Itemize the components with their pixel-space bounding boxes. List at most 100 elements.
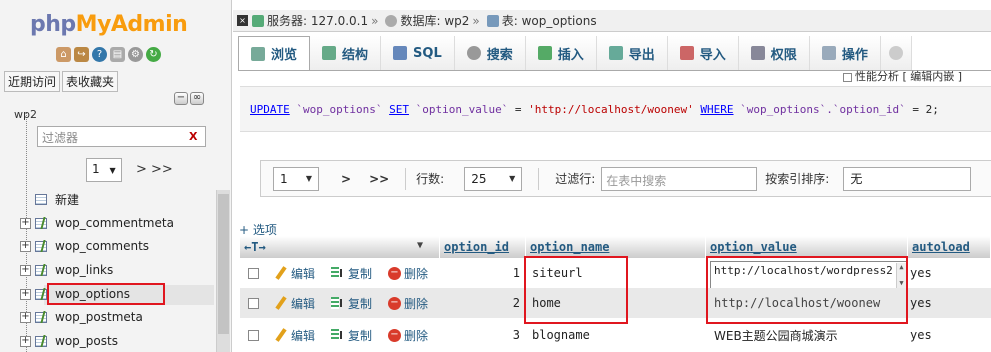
- copy-button[interactable]: 复制: [331, 258, 372, 288]
- home-icon[interactable]: ⌂: [56, 47, 71, 62]
- exit-icon[interactable]: ↪: [74, 47, 89, 62]
- breadcrumb-database[interactable]: 数据库: wp2: [400, 12, 469, 29]
- header-option-name[interactable]: option_name: [526, 236, 706, 258]
- header-option-id[interactable]: option_id: [440, 236, 526, 258]
- close-icon[interactable]: ×: [237, 15, 248, 26]
- sort-index-select[interactable]: 无: [843, 166, 972, 191]
- favorites-tab[interactable]: 表收藏夹: [62, 71, 119, 92]
- tab-privileges[interactable]: 权限: [738, 36, 810, 70]
- highlight-box: [524, 256, 628, 324]
- cell-autoload[interactable]: yes: [908, 320, 932, 350]
- table-icon: [486, 14, 499, 27]
- export-icon: [608, 46, 623, 60]
- delete-button[interactable]: − 删除: [388, 258, 428, 288]
- docs-icon[interactable]: ▤: [110, 47, 125, 62]
- next-page-button[interactable]: >: [341, 172, 351, 186]
- expand-icon[interactable]: +: [20, 240, 31, 252]
- breadcrumb-table[interactable]: 表: wop_options: [502, 12, 597, 29]
- insert-icon: [537, 46, 552, 60]
- tab-browse[interactable]: 浏览: [238, 36, 311, 70]
- nav-page-select[interactable]: 1 ▼: [86, 158, 122, 182]
- rows-label: 行数:: [416, 172, 445, 186]
- chevron-down-icon: ▼: [305, 174, 312, 183]
- nav-table-item[interactable]: + wop_comments: [20, 236, 149, 256]
- cell-option-name[interactable]: blogname: [532, 320, 590, 350]
- copy-button[interactable]: 复制: [331, 320, 372, 350]
- pencil-icon: [274, 266, 288, 280]
- tab-import[interactable]: 导入: [667, 36, 739, 70]
- cell-option-id: 3: [512, 328, 520, 342]
- nav-page-arrows[interactable]: > >>: [136, 162, 173, 177]
- tab-operations[interactable]: 操作: [809, 36, 881, 70]
- wrench-icon: [821, 46, 836, 60]
- copy-icon: [331, 296, 345, 310]
- cell-autoload[interactable]: yes: [908, 288, 932, 318]
- breadcrumb-server[interactable]: 服务器: 127.0.0.1: [267, 12, 368, 29]
- header-actions: ←T→ ▼: [240, 236, 440, 258]
- link-icon[interactable]: ∞: [190, 92, 204, 105]
- filter-rows-input[interactable]: 在表中搜索: [601, 166, 758, 191]
- filter-rows-label: 过滤行:: [555, 172, 596, 186]
- delete-button[interactable]: − 删除: [388, 320, 428, 350]
- expand-icon[interactable]: +: [20, 288, 31, 300]
- phpmyadmin-logo[interactable]: phpMyAdmin: [30, 12, 188, 37]
- table-icon: [35, 263, 53, 277]
- edit-button[interactable]: 编辑: [274, 288, 315, 318]
- nav-table-item[interactable]: + wop_links: [20, 260, 113, 280]
- clear-filter-icon[interactable]: X: [189, 130, 197, 143]
- reload-icon[interactable]: ↻: [146, 47, 161, 62]
- delete-icon: −: [388, 328, 401, 342]
- expand-icon[interactable]: +: [20, 264, 31, 276]
- tab-more[interactable]: [880, 36, 912, 70]
- nav-icon-bar: ⌂ ↪ ? ▤ ⚙ ↻: [56, 47, 161, 62]
- collapse-all-icon[interactable]: −: [174, 92, 188, 105]
- sql-icon: [393, 46, 408, 60]
- nav-scrollbar[interactable]: [216, 190, 230, 352]
- new-table-icon: [35, 193, 51, 206]
- cell-option-value[interactable]: WEB主题公园商城演示: [714, 320, 838, 350]
- database-node[interactable]: wp2: [14, 108, 37, 121]
- edit-button[interactable]: 编辑: [274, 258, 315, 288]
- table-icon: [35, 216, 53, 230]
- expand-icon[interactable]: +: [20, 335, 31, 347]
- sql-query-box: UPDATE `wop_options` SET `option_value` …: [240, 86, 991, 132]
- sort-index-label: 按索引排序:: [765, 172, 830, 186]
- edit-button[interactable]: 编辑: [274, 320, 315, 350]
- tab-structure[interactable]: 结构: [310, 36, 382, 70]
- delete-button[interactable]: − 删除: [388, 288, 428, 318]
- new-table-item[interactable]: 新建: [20, 189, 79, 209]
- pagination-bar: 1 ▼ > >> 行数: 25 ▼ 过滤行: 在表中搜索 按索引排序: 无: [260, 160, 991, 197]
- eye-icon: [888, 46, 903, 60]
- help-icon[interactable]: ?: [92, 47, 107, 62]
- settings-gear-icon[interactable]: ⚙: [128, 47, 143, 62]
- copy-button[interactable]: 复制: [331, 288, 372, 318]
- page-select[interactable]: 1 ▼: [273, 166, 319, 191]
- structure-icon: [322, 46, 337, 60]
- scrollbar-thumb[interactable]: [218, 194, 229, 334]
- expand-icon[interactable]: +: [20, 217, 31, 229]
- profiling-checkbox[interactable]: 性能分析 [ 编辑内嵌 ]: [843, 68, 962, 84]
- nav-table-item[interactable]: + wop_postmeta: [20, 307, 143, 327]
- header-option-value[interactable]: option_value: [706, 236, 908, 258]
- column-arrows-icon[interactable]: ←T→: [244, 240, 266, 254]
- table-filter-input[interactable]: 过滤器: [37, 126, 206, 147]
- tab-sql[interactable]: SQL: [381, 36, 455, 70]
- expand-icon[interactable]: +: [20, 311, 31, 323]
- nav-table-item[interactable]: + wop_posts: [20, 331, 118, 351]
- table-row: 编辑 复制 − 删除 3 blogname WEB主题公园商城演示 yes: [240, 320, 991, 350]
- tab-search[interactable]: 搜索: [454, 36, 526, 70]
- recent-tab[interactable]: 近期访问: [4, 71, 61, 92]
- tab-insert[interactable]: 插入: [525, 36, 597, 70]
- sort-dropdown-icon[interactable]: ▼: [417, 240, 423, 251]
- last-page-button[interactable]: >>: [369, 172, 389, 186]
- rows-select[interactable]: 25 ▼: [464, 166, 523, 191]
- header-autoload[interactable]: autoload: [908, 236, 991, 258]
- tab-export[interactable]: 导出: [596, 36, 668, 70]
- row-checkbox[interactable]: [248, 329, 259, 341]
- nav-table-item[interactable]: + wop_commentmeta: [20, 213, 174, 233]
- cell-autoload[interactable]: yes: [908, 258, 932, 288]
- row-checkbox[interactable]: [248, 267, 259, 279]
- server-icon: [252, 14, 264, 27]
- row-checkbox[interactable]: [248, 297, 259, 309]
- chevron-down-icon: ▼: [509, 174, 516, 183]
